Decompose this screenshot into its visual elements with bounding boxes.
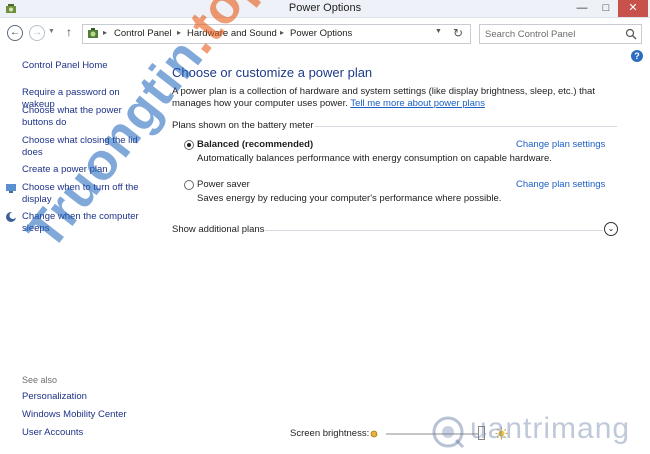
close-button[interactable]: ✕ <box>618 0 648 17</box>
minimize-button[interactable]: — <box>570 0 594 17</box>
brightness-low-icon <box>370 430 378 438</box>
power-saver-plan-name[interactable]: Power saver <box>197 179 250 190</box>
breadcrumb-separator-icon: ▸ <box>103 28 108 37</box>
display-shield-icon <box>6 184 16 193</box>
watermark-logo-icon <box>432 416 465 449</box>
battery-meter-section-label: Plans shown on the battery meter <box>172 120 314 131</box>
forward-arrow-icon[interactable]: → <box>29 25 45 41</box>
screen-brightness-label: Screen brightness: <box>290 428 370 439</box>
power-saver-plan-radio[interactable] <box>184 180 194 190</box>
control-panel-icon <box>88 28 98 38</box>
breadcrumb-separator-icon: ▸ <box>280 28 285 37</box>
chevron-down-icon[interactable]: ⌄ <box>604 222 618 236</box>
sidebar-item-personalization[interactable]: Personalization <box>22 391 152 403</box>
back-arrow-icon[interactable]: ← <box>7 25 23 41</box>
power-saver-plan-description: Saves energy by reducing your computer's… <box>197 193 502 204</box>
sidebar-item-mobility-center[interactable]: Windows Mobility Center <box>22 409 152 421</box>
address-chevron-down-icon[interactable]: ▼ <box>435 28 442 35</box>
recent-pages-chevron-down-icon[interactable]: ▼ <box>48 28 55 35</box>
page-description: A power plan is a collection of hardware… <box>172 86 622 110</box>
show-additional-plans-label[interactable]: Show additional plans <box>172 224 264 235</box>
power-saver-change-settings-link[interactable]: Change plan settings <box>516 179 605 190</box>
balanced-plan-name[interactable]: Balanced (recommended) <box>197 139 313 150</box>
search-box[interactable] <box>479 24 642 44</box>
sidebar-item-control-panel-home[interactable]: Control Panel Home <box>22 60 152 72</box>
refresh-icon[interactable]: ↻ <box>453 26 463 40</box>
address-bar[interactable]: ▸ Control Panel ▸ Hardware and Sound ▸ P… <box>82 24 471 44</box>
navigation-bar: ← → ▼ ↑ ▸ Control Panel ▸ Hardware and S… <box>0 18 650 48</box>
window-title: Power Options <box>288 2 362 14</box>
balanced-plan-radio[interactable] <box>184 140 194 150</box>
up-arrow-icon[interactable]: ↑ <box>66 25 72 39</box>
breadcrumb-power-options[interactable]: Power Options <box>290 28 352 39</box>
see-also-heading: See also <box>22 375 58 385</box>
maximize-button[interactable]: □ <box>594 0 618 17</box>
search-icon[interactable] <box>625 28 637 40</box>
sleep-moon-icon <box>6 212 17 222</box>
help-icon[interactable]: ? <box>631 50 643 62</box>
show-more-divider <box>265 230 603 231</box>
sidebar-item-user-accounts[interactable]: User Accounts <box>22 427 152 439</box>
balanced-change-settings-link[interactable]: Change plan settings <box>516 139 605 150</box>
title-bar: Power Options — □ ✕ <box>0 0 650 18</box>
balanced-plan-description: Automatically balances performance with … <box>197 153 552 164</box>
tell-me-more-link[interactable]: Tell me more about power plans <box>350 98 485 109</box>
watermark-brand-text: uantrimang <box>470 412 631 445</box>
search-input[interactable] <box>485 27 615 41</box>
section-divider <box>315 126 617 127</box>
